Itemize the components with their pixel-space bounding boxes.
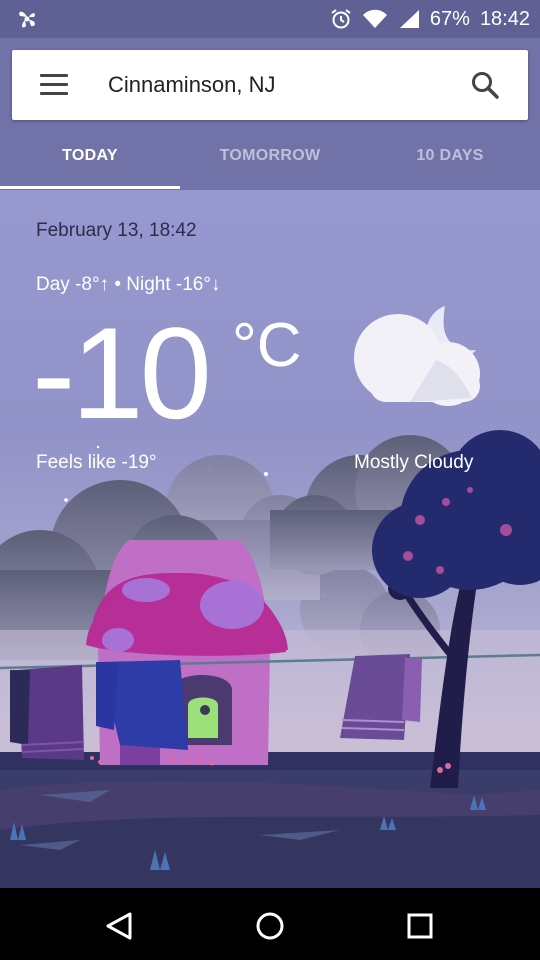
date-time: February 13, 18:42	[36, 220, 197, 241]
search-icon[interactable]	[470, 70, 500, 100]
recents-icon[interactable]	[400, 906, 440, 946]
menu-icon[interactable]	[40, 74, 68, 96]
weather-condition: Mostly Cloudy	[354, 452, 474, 473]
clock: 18:42	[479, 7, 530, 30]
signal-icon	[399, 10, 419, 28]
cloud-moon-icon	[354, 306, 480, 406]
battery-percent: 67%	[429, 7, 470, 30]
tab-today[interactable]: TODAY	[0, 128, 180, 188]
tab-bar: TODAY TOMORROW 10 DAYS	[0, 128, 540, 190]
fan-icon	[19, 11, 35, 28]
wifi-icon	[362, 9, 387, 28]
alarm-icon	[331, 9, 351, 29]
mushroom-house	[86, 540, 288, 765]
day-night-range: Day -8°↑ • Night -16°↓	[36, 274, 221, 295]
current-temperature: -10	[32, 300, 212, 446]
feels-like: Feels like -19°	[36, 452, 157, 473]
back-icon[interactable]	[100, 906, 140, 946]
temperature-unit: °C	[232, 311, 302, 380]
navigation-bar	[0, 888, 540, 960]
tab-tomorrow[interactable]: TOMORROW	[180, 128, 360, 188]
location-name[interactable]: Cinnaminson, NJ	[108, 72, 276, 98]
tab-indicator	[0, 186, 180, 189]
status-bar: 67% 18:42	[0, 0, 540, 38]
search-bar[interactable]: Cinnaminson, NJ	[12, 50, 528, 120]
tab-10-days[interactable]: 10 DAYS	[360, 128, 540, 188]
home-icon[interactable]	[250, 906, 290, 946]
weather-scene: February 13, 18:42 Day -8°↑ • Night -16°…	[0, 190, 540, 888]
